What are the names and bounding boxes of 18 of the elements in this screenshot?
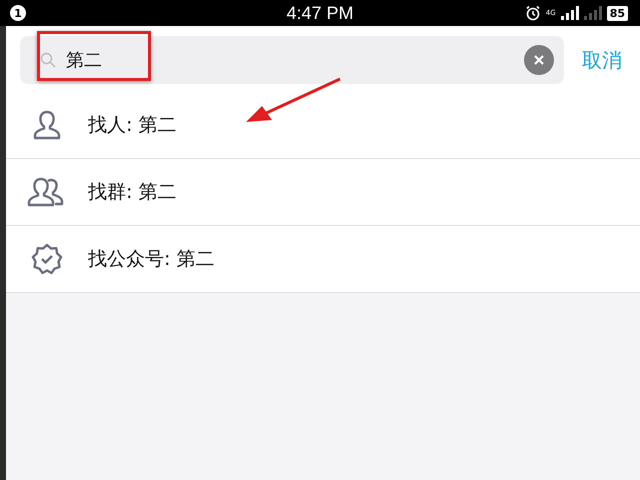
search-result-item[interactable]: 找公众号: 第二 (6, 226, 640, 293)
clear-button[interactable] (524, 45, 554, 75)
close-icon (533, 54, 545, 66)
group-icon (26, 175, 66, 209)
status-time: 4:47 PM (286, 2, 354, 24)
result-label: 找群: 第二 (88, 180, 176, 205)
notification-badge: 1 (10, 5, 26, 21)
badge-check-icon (30, 242, 64, 276)
search-input[interactable]: 第二 (64, 48, 524, 72)
signal-icon (584, 6, 602, 20)
alarm-icon (524, 5, 541, 21)
result-label: 找公众号: 第二 (88, 247, 214, 272)
battery-level: 85 (606, 6, 628, 20)
search-bar[interactable]: 第二 (20, 36, 564, 84)
signal-icon (560, 6, 579, 20)
search-result-item[interactable]: 找群: 第二 (6, 159, 640, 226)
search-icon (40, 52, 56, 68)
result-label: 找人: 第二 (88, 113, 176, 138)
